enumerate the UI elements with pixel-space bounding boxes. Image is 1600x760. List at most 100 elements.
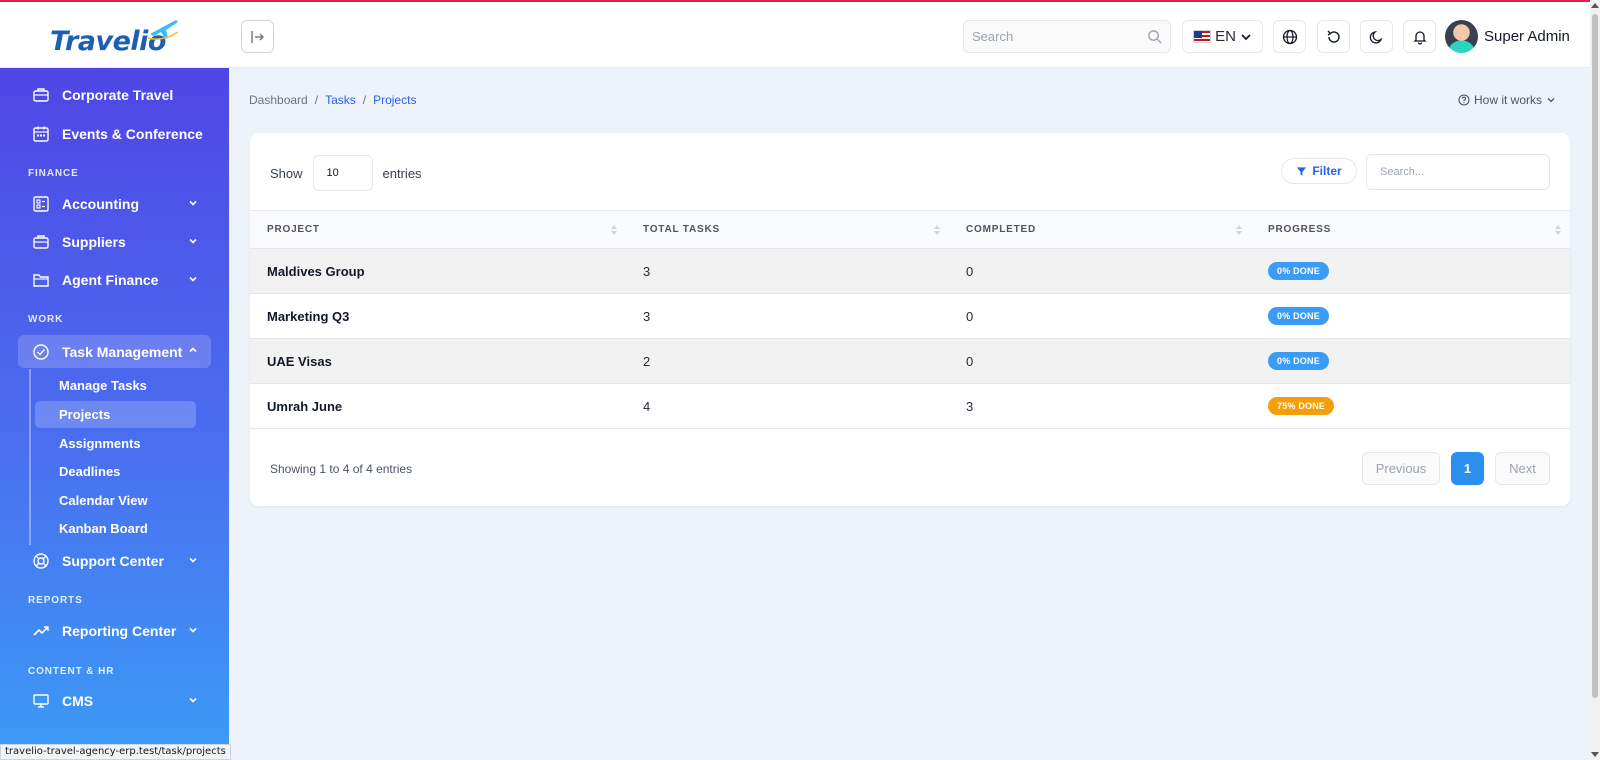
table-row[interactable]: Umrah June 4 3 75% DONE (250, 383, 1570, 429)
chevron-down-icon (1241, 33, 1251, 40)
sidebar-item-support-center[interactable]: Support Center (18, 545, 211, 577)
sidebar-item-label: Agent Finance (62, 272, 159, 288)
table-search[interactable] (1366, 154, 1550, 190)
chevron-down-icon (189, 200, 197, 206)
chevron-down-icon (189, 276, 197, 282)
help-circle-icon (1458, 94, 1470, 106)
subnav-line (29, 369, 31, 545)
chevron-down-icon (189, 627, 197, 633)
how-it-works-button[interactable]: How it works (1458, 93, 1556, 107)
sidebar-item-label: Reporting Center (62, 623, 177, 639)
sidebar-item-agent-finance[interactable]: Agent Finance (18, 264, 211, 296)
cell-project[interactable]: Umrah June (250, 383, 626, 429)
language-selector[interactable]: EN (1182, 20, 1263, 53)
cell-completed: 0 (949, 338, 1251, 384)
sidebar-item-label: CMS (62, 693, 94, 709)
previous-page-button[interactable]: Previous (1362, 452, 1440, 485)
breadcrumb-separator: / (314, 93, 319, 107)
table-row[interactable]: UAE Visas 2 0 0% DONE (250, 338, 1570, 384)
folder-icon (32, 271, 50, 289)
cell-progress: 0% DONE (1251, 293, 1570, 339)
search-icon[interactable] (1147, 29, 1162, 44)
moon-icon (1369, 30, 1383, 44)
dark-mode-button[interactable] (1360, 20, 1393, 53)
top-header: Travelio EN (0, 0, 1590, 68)
breadcrumb-item-tasks[interactable]: Tasks (325, 93, 356, 107)
cell-project[interactable]: Maldives Group (250, 248, 626, 294)
page-number-button[interactable]: 1 (1451, 452, 1484, 485)
monitor-icon (32, 692, 50, 710)
global-search[interactable] (963, 20, 1171, 53)
sidebar-subitem-kanban-board[interactable]: Kanban Board (35, 515, 196, 542)
sidebar-subitem-calendar-view[interactable]: Calendar View (35, 487, 196, 514)
cell-project[interactable]: Marketing Q3 (250, 293, 626, 339)
scroll-up-icon[interactable] (1591, 3, 1599, 8)
next-page-button[interactable]: Next (1495, 452, 1550, 485)
entries-label: entries (382, 165, 422, 181)
column-header-progress[interactable]: PROGRESS (1251, 210, 1570, 249)
table-row[interactable]: Marketing Q3 3 0 0% DONE (250, 293, 1570, 339)
globe-icon (1282, 29, 1297, 44)
sidebar-item-label: Accounting (62, 196, 139, 212)
collapse-sidebar-icon (250, 30, 264, 43)
refresh-button[interactable] (1317, 20, 1350, 53)
chevron-down-icon (1547, 98, 1555, 103)
user-menu[interactable]: Super Admin (1445, 20, 1570, 53)
sidebar-item-cms[interactable]: CMS (18, 685, 211, 717)
sidebar-item-task-management[interactable]: Task Management (18, 335, 211, 368)
table-row[interactable]: Maldives Group 3 0 0% DONE (250, 248, 1570, 294)
globe-button[interactable] (1273, 20, 1306, 53)
section-label-work: WORK (28, 314, 64, 325)
user-name[interactable]: Super Admin (1484, 28, 1570, 45)
briefcase-icon (32, 233, 50, 251)
cell-total-tasks: 4 (626, 383, 949, 429)
us-flag-icon (1193, 30, 1212, 43)
page-scrollbar[interactable] (1590, 0, 1600, 760)
sort-icon (1555, 225, 1561, 235)
section-label-content-hr: CONTENT & HR (28, 666, 115, 677)
sidebar-item-accounting[interactable]: Accounting (18, 188, 211, 220)
progress-badge: 0% DONE (1268, 262, 1329, 280)
column-header-completed[interactable]: COMPLETED (949, 210, 1251, 249)
sidebar-subitem-manage-tasks[interactable]: Manage Tasks (35, 372, 196, 399)
chevron-up-icon (189, 347, 197, 353)
progress-badge: 0% DONE (1268, 352, 1329, 370)
scrollbar-thumb[interactable] (1592, 14, 1598, 698)
sidebar-subitem-deadlines[interactable]: Deadlines (35, 458, 196, 485)
breadcrumb-item-dashboard[interactable]: Dashboard (249, 93, 308, 107)
calendar-icon (32, 125, 50, 143)
cell-progress: 0% DONE (1251, 248, 1570, 294)
page-size-control: Show 10 entries (270, 155, 422, 191)
briefcase-icon (32, 86, 50, 104)
pagination-info: Showing 1 to 4 of 4 entries (270, 462, 413, 476)
page-size-select[interactable]: 10 (312, 155, 373, 191)
progress-badge: 0% DONE (1268, 307, 1329, 325)
chevron-down-icon (189, 557, 197, 563)
column-header-project[interactable]: PROJECT (250, 210, 626, 249)
cell-progress: 0% DONE (1251, 338, 1570, 384)
cell-completed: 3 (949, 383, 1251, 429)
notifications-button[interactable] (1403, 20, 1436, 53)
sidebar-subitem-assignments[interactable]: Assignments (35, 430, 196, 457)
filter-icon (1297, 166, 1307, 176)
filter-button[interactable]: Filter (1281, 158, 1357, 184)
sidebar-toggle-button[interactable] (241, 20, 274, 53)
sidebar-item-corporate-travel[interactable]: Corporate Travel (18, 79, 211, 111)
refresh-icon (1327, 30, 1340, 43)
how-it-works-label: How it works (1474, 93, 1543, 107)
logo[interactable]: Travelio (50, 16, 180, 58)
sidebar-item-reporting-center[interactable]: Reporting Center (18, 615, 211, 647)
section-label-reports: REPORTS (28, 595, 83, 606)
cell-project[interactable]: UAE Visas (250, 338, 626, 384)
scroll-down-icon[interactable] (1591, 752, 1599, 757)
table-search-input[interactable] (1367, 155, 1549, 189)
progress-badge: 75% DONE (1268, 397, 1335, 415)
avatar[interactable] (1445, 20, 1478, 53)
cell-completed: 0 (949, 248, 1251, 294)
show-label: Show (270, 165, 303, 181)
sidebar-item-events-conference[interactable]: Events & Conference (18, 118, 211, 150)
sidebar-item-suppliers[interactable]: Suppliers (18, 226, 211, 258)
column-header-total-tasks[interactable]: TOTAL TASKS (626, 210, 949, 249)
sidebar-subitem-projects[interactable]: Projects (35, 401, 196, 428)
global-search-input[interactable] (964, 21, 1134, 52)
